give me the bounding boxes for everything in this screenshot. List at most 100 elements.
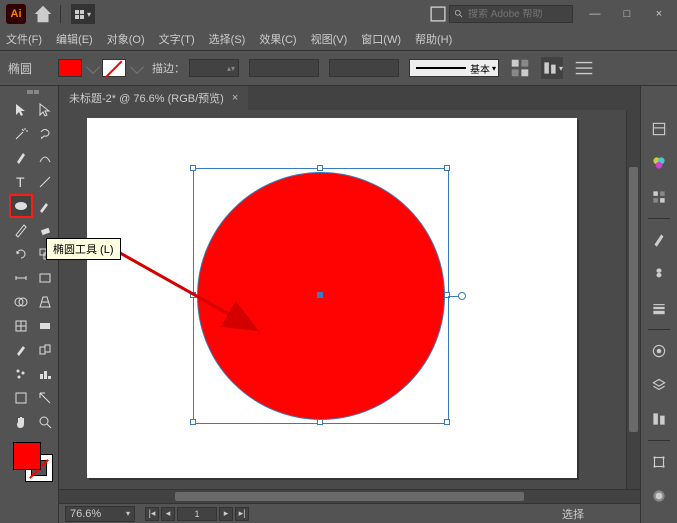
brush-definition[interactable] [329,59,399,77]
menu-help[interactable]: 帮助(H) [415,31,452,47]
transform-icon[interactable] [573,57,595,79]
fill-stroke-control[interactable] [11,440,55,484]
first-artboard-button[interactable]: |◂ [145,507,159,521]
search-input[interactable] [468,9,568,20]
tool-curvature[interactable] [33,146,57,170]
tool-ellipse[interactable] [9,194,33,218]
document-tab[interactable]: 未标题-2* @ 76.6% (RGB/预览) × [59,86,248,110]
menu-type[interactable]: 文字(T) [159,31,195,47]
stroke-weight-input[interactable]: ▴▾ [189,59,239,77]
menu-edit[interactable]: 编辑(E) [56,31,93,47]
close-tab-icon[interactable]: × [232,92,238,104]
fill-dropdown-icon[interactable] [86,59,100,73]
horizontal-scrollbar[interactable] [59,489,640,503]
canvas[interactable] [59,110,626,489]
tool-shape-builder[interactable] [9,290,33,314]
tool-column-graph[interactable] [33,362,57,386]
tool-pencil[interactable] [9,218,33,242]
menu-select[interactable]: 选择(S) [209,31,246,47]
selection-type-label: 椭圆 [8,60,48,77]
stroke-dropdown-icon[interactable] [130,59,144,73]
tools-panel: T 椭圆工具 (L) [8,86,58,523]
fill-box[interactable] [13,442,41,470]
handle-ne[interactable] [444,165,450,171]
workspace-switcher[interactable]: ▾ [71,4,95,24]
tool-lasso[interactable] [33,122,57,146]
fill-swatch[interactable] [58,59,82,77]
graphic-style-dropdown[interactable]: 基本 ▾ [409,59,499,77]
panel-color-icon[interactable] [646,150,672,176]
variable-width-profile[interactable] [249,59,319,77]
artboard-number[interactable]: 1 [177,507,217,521]
panel-transform-icon[interactable] [646,449,672,475]
tool-line[interactable] [33,170,57,194]
close-button[interactable]: × [647,6,671,22]
tool-gradient[interactable] [33,314,57,338]
document-tab-title: 未标题-2* @ 76.6% (RGB/预览) [69,90,224,106]
prev-artboard-button[interactable]: ◂ [161,507,175,521]
next-artboard-button[interactable]: ▸ [219,507,233,521]
rotate-line [448,296,460,297]
titlebar: Ai ▾ — □ × [0,0,677,28]
panel-appearance-icon[interactable] [646,483,672,509]
panel-libraries-icon[interactable] [646,517,672,523]
tool-free-transform[interactable] [33,266,57,290]
menu-effect[interactable]: 效果(C) [259,31,296,47]
align-icon[interactable]: ▾ [541,57,563,79]
stroke-swatch[interactable] [102,59,126,77]
rotate-handle[interactable] [458,292,466,300]
tool-eyedropper[interactable] [9,338,33,362]
svg-text:T: T [16,174,25,190]
handle-sw[interactable] [190,419,196,425]
tool-mesh[interactable] [9,314,33,338]
opacity-icon[interactable] [509,57,531,79]
last-artboard-button[interactable]: ▸| [235,507,249,521]
tool-direct-selection[interactable] [33,98,57,122]
annotation-arrow-icon [97,240,307,380]
sync-icon[interactable] [427,3,449,25]
menu-window[interactable]: 窗口(W) [361,31,401,47]
right-panel-dock [641,86,677,523]
tool-artboard[interactable] [9,386,33,410]
divider [60,5,61,23]
tool-mode-label: 选择 [562,506,584,522]
panel-symbols-icon[interactable] [646,261,672,287]
tool-paintbrush[interactable] [33,194,57,218]
menubar: 文件(F) 编辑(E) 对象(O) 文字(T) 选择(S) 效果(C) 视图(V… [0,28,677,50]
vertical-scrollbar[interactable] [626,110,640,489]
tool-symbol-sprayer[interactable] [9,362,33,386]
tool-perspective[interactable] [33,290,57,314]
document-tabs: 未标题-2* @ 76.6% (RGB/预览) × [59,86,640,110]
tool-blend[interactable] [33,338,57,362]
panel-brushes-icon[interactable] [646,227,672,253]
tool-slice[interactable] [33,386,57,410]
search-field[interactable] [449,5,573,23]
minimize-button[interactable]: — [583,6,607,22]
tool-magic-wand[interactable] [9,122,33,146]
panel-swatches-icon[interactable] [646,184,672,210]
home-icon[interactable] [32,3,54,25]
panel-align-icon[interactable] [646,406,672,432]
maximize-button[interactable]: □ [615,6,639,22]
artboard-nav: |◂ ◂ 1 ▸ ▸| [145,507,249,521]
tool-pen[interactable] [9,146,33,170]
handle-nw[interactable] [190,165,196,171]
panel-graphic-styles-icon[interactable] [646,338,672,364]
panel-layers-icon[interactable] [646,372,672,398]
tool-hand[interactable] [9,410,33,434]
status-bar: 76.6%▾ |◂ ◂ 1 ▸ ▸| 选择 [59,503,640,523]
tool-width[interactable] [9,266,33,290]
zoom-level[interactable]: 76.6%▾ [65,506,135,522]
tool-rotate[interactable] [9,242,33,266]
tool-type[interactable]: T [9,170,33,194]
panel-properties-icon[interactable] [646,116,672,142]
tool-selection[interactable] [9,98,33,122]
tool-zoom[interactable] [33,410,57,434]
menu-object[interactable]: 对象(O) [107,31,145,47]
menu-file[interactable]: 文件(F) [6,31,42,47]
handle-se[interactable] [444,419,450,425]
menu-view[interactable]: 视图(V) [311,31,348,47]
handle-n[interactable] [317,165,323,171]
panel-stroke-icon[interactable] [646,295,672,321]
tooltip-ellipse-tool: 椭圆工具 (L) [46,238,121,260]
